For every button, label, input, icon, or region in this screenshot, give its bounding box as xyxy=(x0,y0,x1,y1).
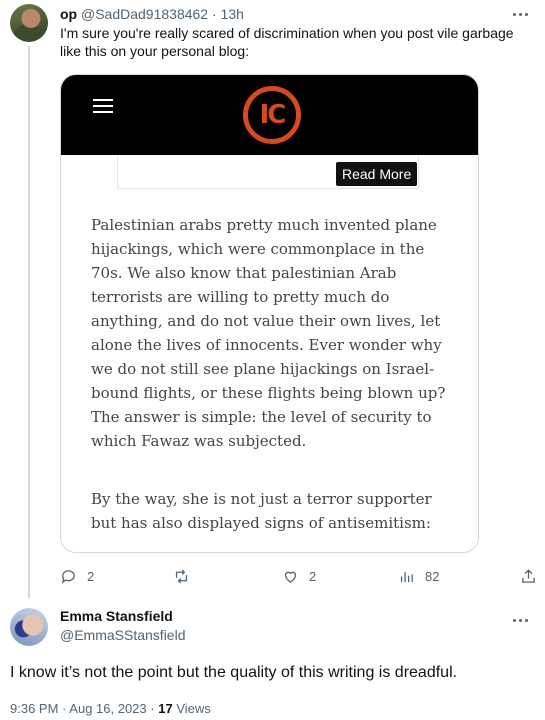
like-button[interactable]: 2 xyxy=(282,566,316,586)
separator: · xyxy=(150,701,155,716)
author-handle[interactable]: @SadDad91838462 xyxy=(81,6,208,22)
tweet-time[interactable]: 9:36 PM xyxy=(10,701,58,716)
reply-tweet[interactable]: op @SadDad91838462 · 13h I'm sure you're… xyxy=(0,0,545,598)
view-count: 82 xyxy=(425,568,440,584)
site-logo: IC xyxy=(243,86,301,144)
logo-text: IC xyxy=(259,100,287,130)
analytics-icon xyxy=(400,571,413,582)
share-button[interactable] xyxy=(520,566,537,586)
tweet-date[interactable]: Aug 16, 2023 xyxy=(69,701,146,716)
article-paragraph: Palestinian arabs pretty much invented p… xyxy=(91,216,446,450)
reply-button[interactable]: 2 xyxy=(60,566,94,586)
separator: · xyxy=(62,701,67,716)
views-button[interactable]: 82 xyxy=(398,566,439,586)
retweet-button[interactable] xyxy=(173,566,200,586)
avatar[interactable] xyxy=(10,4,48,42)
views-count: 17 xyxy=(158,701,173,716)
action-bar: 2 2 82 xyxy=(60,566,540,586)
thread-line xyxy=(28,46,30,598)
article-paragraph: By the way, she is not just a terror sup… xyxy=(91,490,432,532)
separator: · xyxy=(211,6,217,22)
media-card[interactable]: IC Read More Palestinian arabs pretty mu… xyxy=(60,74,479,553)
reply-header: op @SadDad91838462 · 13h xyxy=(60,5,244,23)
avatar[interactable] xyxy=(10,608,48,646)
tweet-metadata: 9:36 PM · Aug 16, 2023 · 17 Views xyxy=(10,701,211,716)
read-more-button: Read More xyxy=(336,162,418,186)
timestamp[interactable]: 13h xyxy=(221,6,244,22)
reply-icon xyxy=(61,569,75,584)
tweet-text: I know it’s not the point but the qualit… xyxy=(10,664,458,681)
hamburger-menu-icon xyxy=(93,99,113,113)
share-icon xyxy=(522,568,535,583)
article-text: Palestinian arabs pretty much invented p… xyxy=(91,213,453,552)
author-handle[interactable]: @EmmaSStansfield xyxy=(60,627,185,643)
retweet-icon xyxy=(175,569,188,583)
more-options-icon[interactable] xyxy=(509,613,531,627)
more-options-icon[interactable] xyxy=(509,7,531,21)
author-name[interactable]: op xyxy=(60,6,77,22)
like-count: 2 xyxy=(309,568,317,584)
site-header-bar: IC xyxy=(61,75,478,155)
heart-icon xyxy=(284,571,297,583)
tweet-text: I'm sure you're really scared of discrim… xyxy=(60,25,514,59)
author-name[interactable]: Emma Stansfield xyxy=(60,608,173,624)
reply-count: 2 xyxy=(87,568,95,584)
views-label: Views xyxy=(176,701,211,716)
